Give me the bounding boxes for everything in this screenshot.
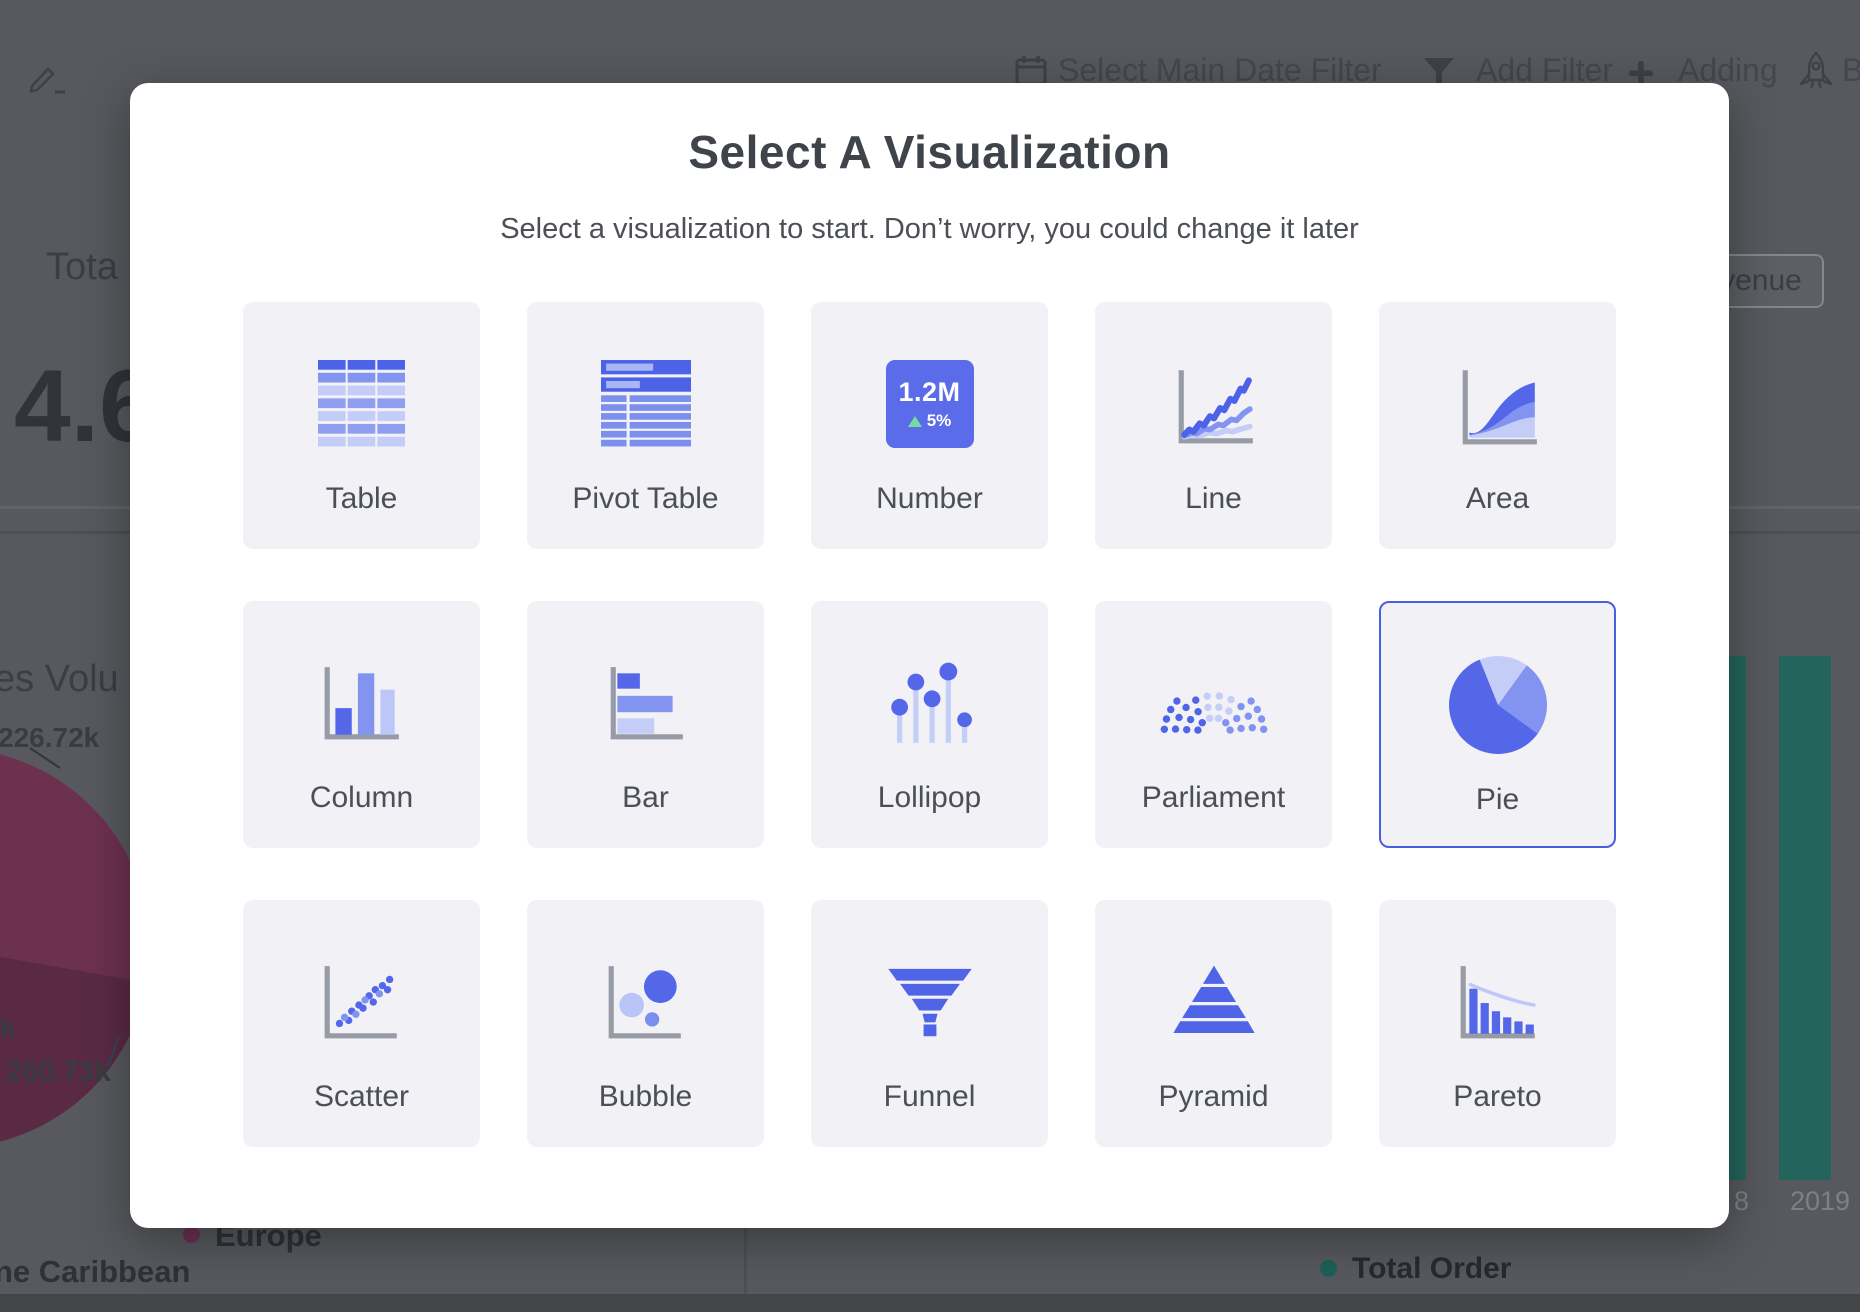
viz-tile-area[interactable]: Area [1379,302,1616,549]
up-triangle-icon [908,416,922,427]
lollipop-chart-icon [884,651,976,755]
bottom-strip [0,1294,1860,1312]
viz-tile-pie[interactable]: Pie [1379,601,1616,848]
legend-label-total-order: Total Order [1352,1252,1511,1286]
pie-data-label: 260.73k [6,1056,111,1089]
tile-label: Pivot Table [572,482,718,516]
edit-pencil-icon[interactable] [22,56,66,105]
tile-label: Line [1185,482,1242,516]
pie-chart-icon [1449,653,1547,757]
number-icon: 1.2M 5% [886,352,974,456]
pareto-chart-icon [1452,950,1544,1054]
tile-label: Column [310,781,413,815]
viz-tile-pareto[interactable]: Pareto [1379,900,1616,1147]
viz-tile-funnel[interactable]: Funnel [811,900,1048,1147]
tile-label: Scatter [314,1080,409,1114]
modal-title: Select A Visualization [130,125,1729,179]
modal-subtitle: Select a visualization to start. Don’t w… [130,213,1729,246]
tile-label: Pyramid [1158,1080,1268,1114]
viz-tile-parliament[interactable]: Parliament [1095,601,1332,848]
bar-chart-bar [1779,656,1831,1180]
viz-tile-column[interactable]: Column [243,601,480,848]
scatter-chart-icon [316,950,408,1054]
rocket-icon [1798,50,1834,99]
tile-label: Pareto [1453,1080,1541,1114]
legend-dot-europe [183,1226,200,1243]
bubble-chart-icon [600,950,692,1054]
viz-tile-table[interactable]: Table [243,302,480,549]
number-icon-value: 1.2M [898,377,960,408]
funnel-chart-icon [884,950,976,1054]
select-visualization-modal: Select A Visualization Select a visualiz… [130,83,1729,1228]
pie-data-label: k [0,1012,16,1044]
section-title-fragment: es Volu [0,658,119,701]
bar-chart-icon [600,651,692,755]
legend-label-caribbean: ne Caribbean [0,1254,190,1290]
pyramid-chart-icon [1168,950,1260,1054]
tile-label: Pie [1476,783,1519,817]
number-icon-delta: 5% [927,411,952,431]
legend-dot-total-order [1320,1260,1337,1277]
pie-data-label: 226.72k [0,722,99,754]
tile-label: Funnel [884,1080,976,1114]
line-chart-icon [1168,352,1260,456]
tile-label: Parliament [1142,781,1285,815]
tile-label: Lollipop [878,781,981,815]
viz-tile-pyramid[interactable]: Pyramid [1095,900,1332,1147]
x-axis-label: 8 [1734,1186,1749,1217]
pivot-table-icon [601,352,691,456]
tile-label: Bubble [599,1080,692,1114]
visualization-grid: Table Pivot Table [243,302,1616,1147]
viz-tile-bar[interactable]: Bar [527,601,764,848]
tile-label: Bar [622,781,669,815]
viz-tile-bubble[interactable]: Bubble [527,900,764,1147]
viz-tile-pivot-table[interactable]: Pivot Table [527,302,764,549]
x-axis-label: 2019 [1790,1186,1850,1217]
viz-tile-scatter[interactable]: Scatter [243,900,480,1147]
column-chart-icon [316,651,408,755]
area-chart-icon [1452,352,1544,456]
parliament-chart-icon [1160,651,1268,755]
pie-leader-lines [0,740,150,1100]
boost-button[interactable]: B [1842,52,1860,89]
viz-tile-number[interactable]: 1.2M 5% Number [811,302,1048,549]
table-icon [318,352,406,456]
tile-label: Number [876,482,983,516]
viz-tile-line[interactable]: Line [1095,302,1332,549]
viz-tile-lollipop[interactable]: Lollipop [811,601,1048,848]
kpi-title-fragment: Tota [46,246,118,289]
tile-label: Area [1466,482,1529,516]
tile-label: Table [326,482,398,516]
